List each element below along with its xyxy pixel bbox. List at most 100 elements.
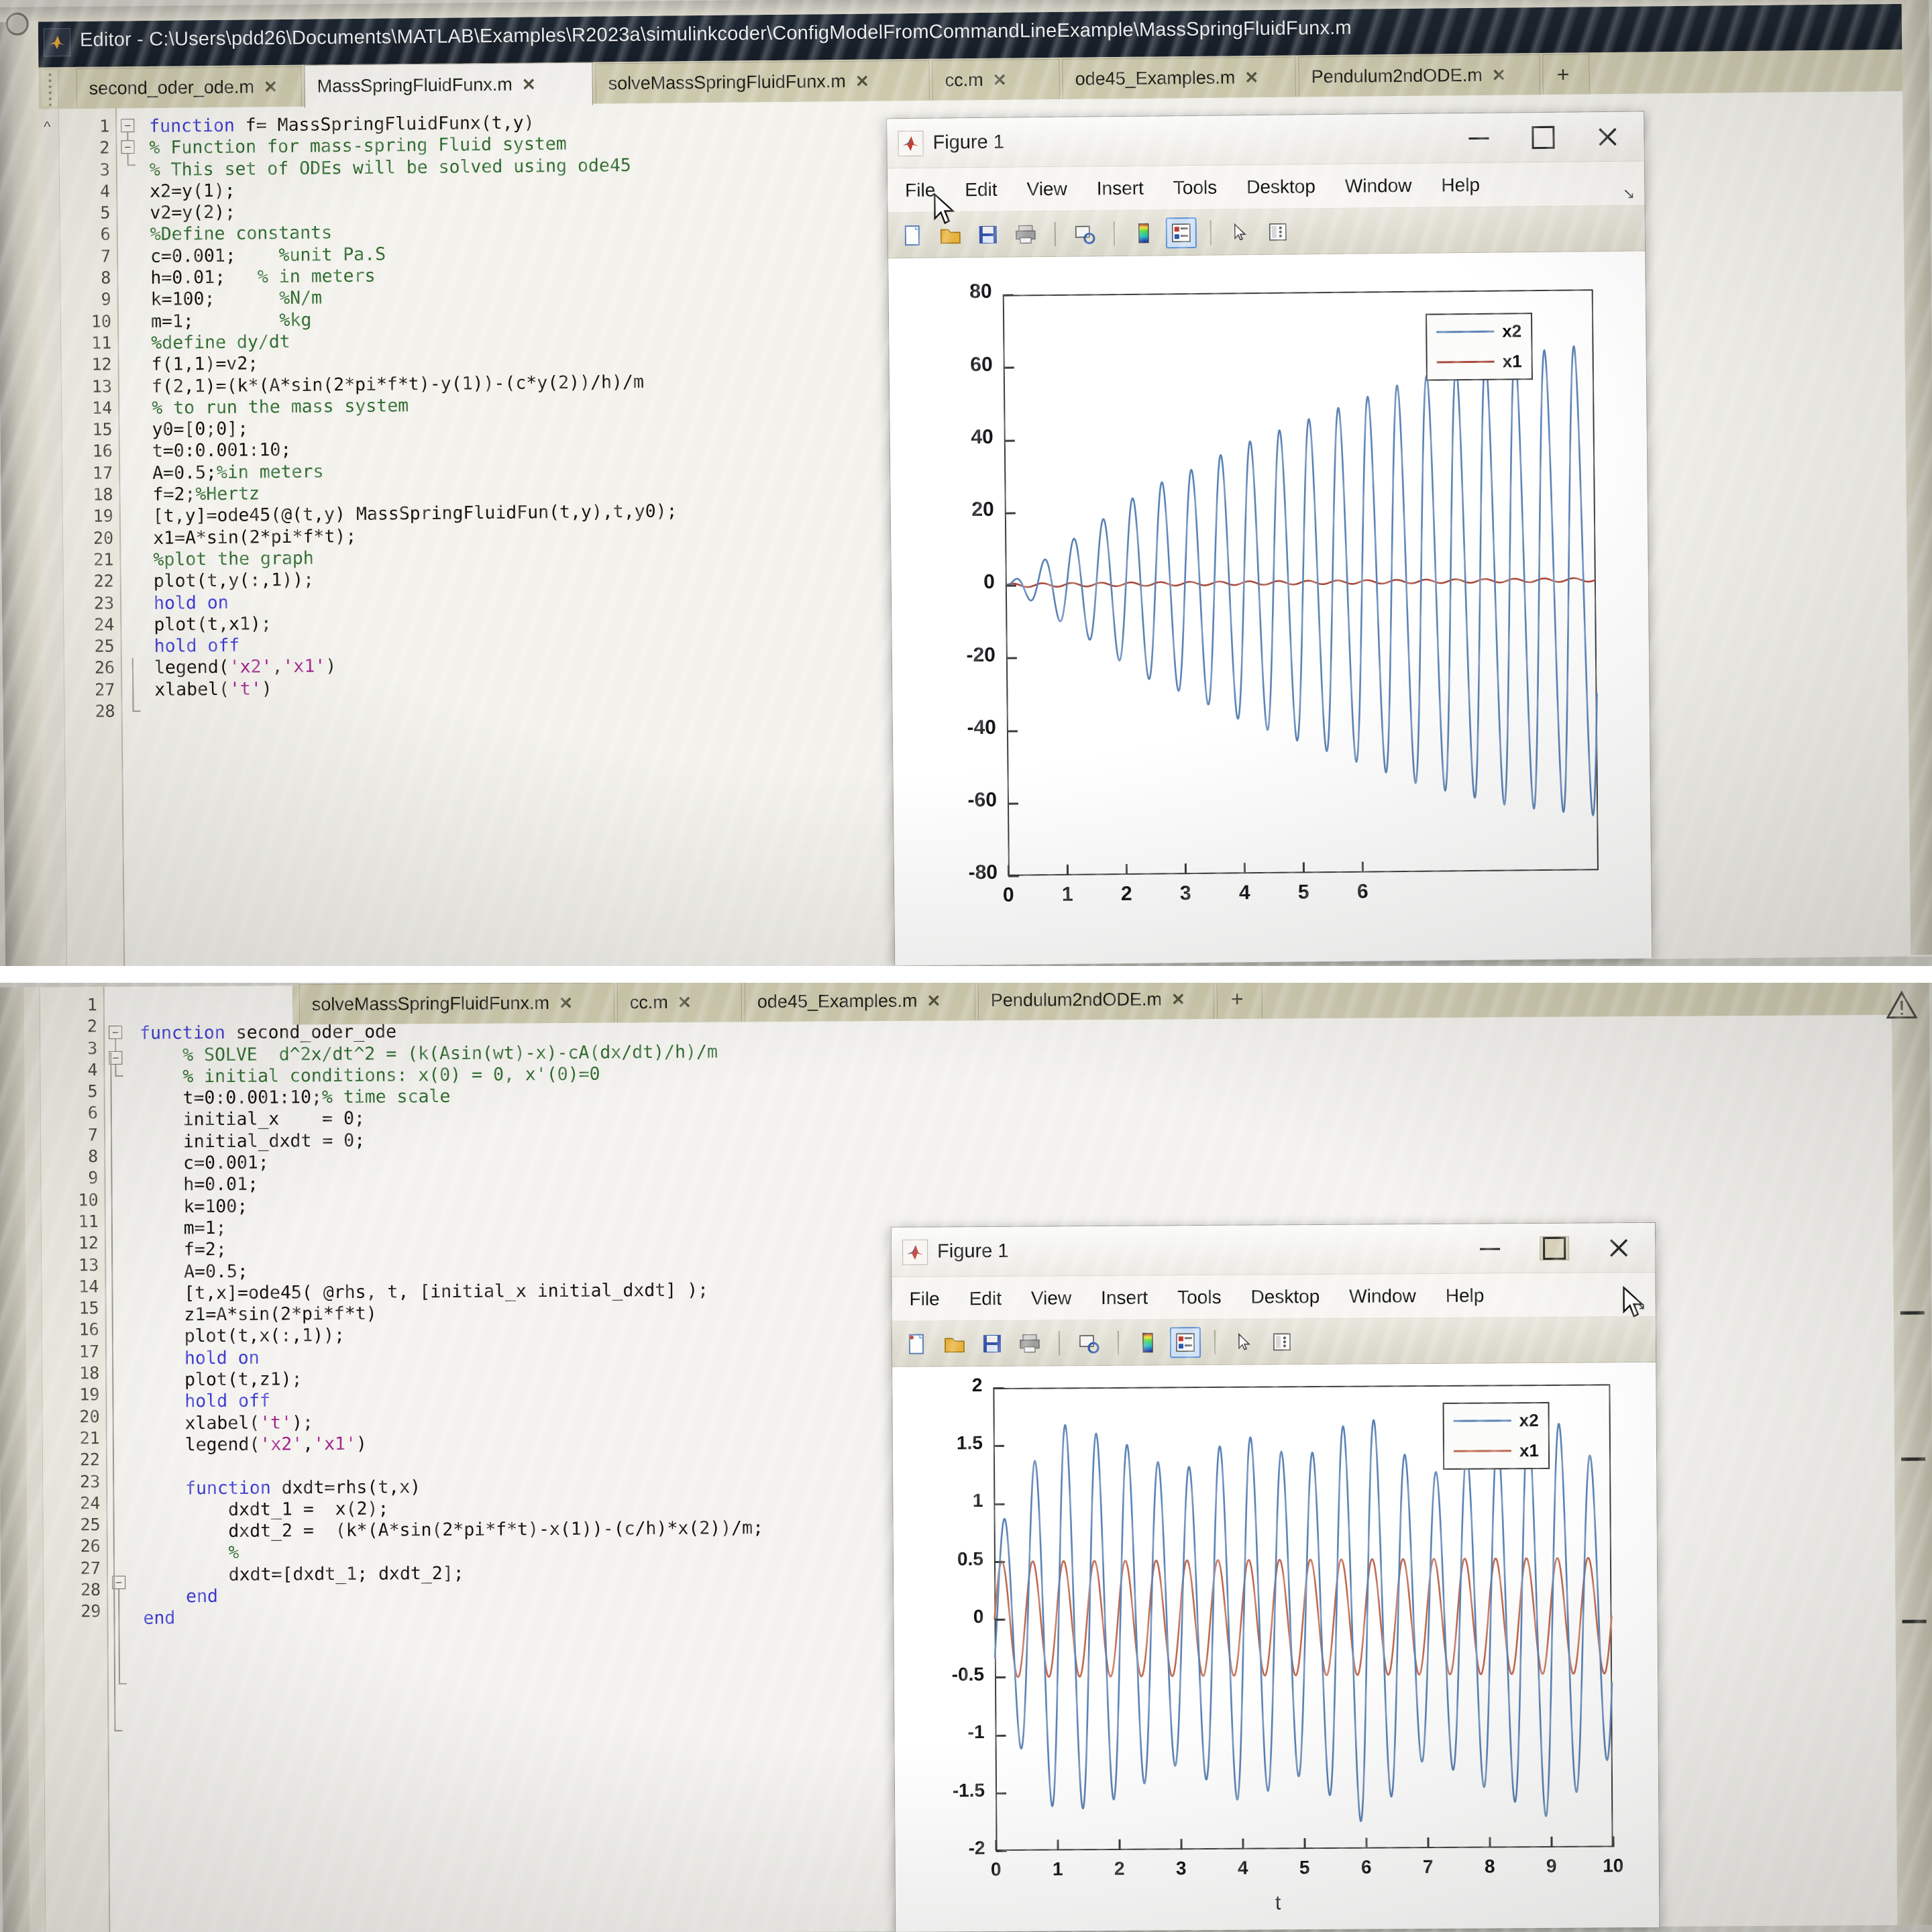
menu-help[interactable]: Help xyxy=(1441,174,1480,196)
save-icon[interactable] xyxy=(977,1328,1008,1358)
fold-toggle-icon[interactable]: – xyxy=(121,140,135,154)
menu-desktop[interactable]: Desktop xyxy=(1250,1286,1320,1308)
scroll-marker[interactable] xyxy=(1900,1311,1925,1315)
legend-label-x2: x2 xyxy=(1502,321,1522,341)
editor-tab-solvemassspringfluidfunx[interactable]: solveMassSpringFluidFunx.m ✕ xyxy=(299,983,615,1025)
plot-legend[interactable]: x2 x1 xyxy=(1442,1401,1550,1470)
figure-plot-area[interactable]: x2 x1 80 60 40 20 0 -20 -40 -60 -80 0 1 2 3 4 5 6 xyxy=(888,251,1652,966)
legend-icon[interactable] xyxy=(1165,217,1197,248)
menu-file[interactable]: File xyxy=(905,179,935,201)
menu-edit[interactable]: Edit xyxy=(965,178,998,200)
x-tick-mark xyxy=(1007,865,1010,876)
fold-toggle-icon[interactable]: – xyxy=(121,119,135,133)
print-icon[interactable] xyxy=(1010,219,1041,250)
editor-tab-cc[interactable]: cc.m ✕ xyxy=(616,983,743,1023)
editor-source-code[interactable]: function f= MassSpringFluidFunx(t,y)% Fu… xyxy=(149,111,679,722)
warning-icon[interactable] xyxy=(1886,990,1918,1024)
link-plot-icon[interactable] xyxy=(1073,1327,1104,1358)
figure-window-top[interactable]: Figure 1 File Edit View Insert Tools Des… xyxy=(886,111,1653,966)
x-tick-label: 4 xyxy=(1237,1857,1248,1878)
new-figure-icon[interactable] xyxy=(898,219,928,250)
tab-close-icon[interactable]: ✕ xyxy=(678,992,692,1012)
menu-tools[interactable]: Tools xyxy=(1173,176,1218,199)
print-icon[interactable] xyxy=(1014,1328,1045,1358)
code-line[interactable]: % SOLVE d^2x/dt^2 = (k(Asin(wt)-x)-cA(dx… xyxy=(140,1041,761,1067)
editor-tab-ode45-examples[interactable]: ode45_Examples.m ✕ xyxy=(744,983,976,1022)
new-figure-icon[interactable] xyxy=(902,1328,932,1359)
menu-window[interactable]: Window xyxy=(1345,174,1412,197)
code-line[interactable]: dxdt_2 = (k*(A*sin(2*pi*f*t)-x(1))-(c/h)… xyxy=(143,1517,764,1543)
editor-tab-solvemassspringfluidfunx[interactable]: solveMassSpringFluidFunx.m ✕ xyxy=(595,60,930,104)
y-tick-label: 0 xyxy=(983,571,995,594)
tab-close-icon[interactable]: ✕ xyxy=(1492,65,1506,85)
tab-close-icon[interactable]: ✕ xyxy=(1171,989,1185,1010)
tabstrip-grip[interactable] xyxy=(41,70,59,107)
link-plot-icon[interactable] xyxy=(1069,218,1100,249)
figure-titlebar[interactable]: Figure 1 xyxy=(891,1222,1656,1277)
code-line[interactable]: end xyxy=(143,1604,764,1629)
figure-menubar[interactable]: File Edit View Insert Tools Desktop Wind… xyxy=(887,161,1645,213)
close-button[interactable] xyxy=(1593,125,1622,148)
minimize-button[interactable] xyxy=(1475,1248,1505,1250)
figure-window-controls[interactable] xyxy=(1475,1223,1648,1274)
tab-close-icon[interactable]: ✕ xyxy=(522,74,536,95)
tab-close-icon[interactable]: ✕ xyxy=(559,993,573,1013)
editor-source-code[interactable]: function second_oder_ode % SOLVE d^2x/dt… xyxy=(140,998,764,1629)
editor-tab-ode45-examples[interactable]: ode45_Examples.m ✕ xyxy=(1062,56,1296,99)
plot-legend[interactable]: x2 x1 xyxy=(1426,313,1533,381)
figure-window-bottom[interactable]: Figure 1 File Edit View Insert Tools Des… xyxy=(890,1222,1660,1932)
editor-code-folding-column[interactable]: – – – xyxy=(106,987,139,1932)
menu-view[interactable]: View xyxy=(1031,1287,1071,1309)
scroll-marker[interactable] xyxy=(1901,1457,1926,1461)
open-file-icon[interactable] xyxy=(939,1328,970,1359)
maximize-button[interactable] xyxy=(1540,1236,1570,1261)
menu-edit[interactable]: Edit xyxy=(969,1287,1002,1309)
menu-file[interactable]: File xyxy=(909,1288,939,1309)
pointer-icon[interactable] xyxy=(1225,217,1256,248)
menu-window[interactable]: Window xyxy=(1349,1285,1416,1307)
tab-close-icon[interactable]: ✕ xyxy=(855,71,869,91)
figure-plot-area[interactable]: x2 x1 2 1.5 1 0.5 0 -0.5 -1 -1.5 -2 0 1 2 3 4 5 6 7 8 9 10… xyxy=(892,1362,1660,1932)
menubar-overflow-icon[interactable]: ↘ xyxy=(1623,185,1635,203)
editor-new-tab-button[interactable]: + xyxy=(1216,983,1263,1019)
minimize-button[interactable] xyxy=(1464,137,1493,139)
pointer-icon[interactable] xyxy=(1229,1326,1260,1357)
editor-tab-second-oder-ode[interactable]: second_oder_ode.m ✕ xyxy=(76,66,302,109)
monitor-power-button[interactable] xyxy=(5,12,29,36)
code-line[interactable]: [t,x]=ode45( @rhs, t, [initial_x initial… xyxy=(141,1279,762,1305)
figure-window-controls[interactable] xyxy=(1464,112,1638,163)
editor-tab-cc[interactable]: cc.m ✕ xyxy=(932,58,1060,101)
y-tick-mark xyxy=(1003,366,1014,369)
legend-icon[interactable] xyxy=(1169,1326,1201,1358)
tab-close-icon[interactable]: ✕ xyxy=(1244,68,1258,88)
menu-help[interactable]: Help xyxy=(1446,1285,1485,1306)
figure-toolbar[interactable] xyxy=(888,205,1646,259)
editor-new-tab-button[interactable]: + xyxy=(1542,54,1590,95)
menu-insert[interactable]: Insert xyxy=(1097,177,1144,199)
close-button[interactable] xyxy=(1604,1236,1633,1259)
line-number: 9 xyxy=(101,289,111,309)
tab-close-icon[interactable]: ✕ xyxy=(926,991,941,1011)
menu-insert[interactable]: Insert xyxy=(1101,1287,1148,1308)
menu-desktop[interactable]: Desktop xyxy=(1246,176,1316,198)
scroll-marker[interactable] xyxy=(1902,1619,1927,1623)
colorbar-icon[interactable] xyxy=(1132,1327,1163,1358)
editor-tab-massspringfluidfunx[interactable]: MassSpringFluidFunx.m ✕ xyxy=(304,62,593,108)
figure-titlebar[interactable]: Figure 1 xyxy=(887,111,1644,169)
editor-tab-pendulum2ndode[interactable]: Pendulum2ndODE.m ✕ xyxy=(1298,54,1540,97)
plot-browser-icon[interactable] xyxy=(1263,216,1293,247)
editor-tab-pendulum2ndode[interactable]: Pendulum2ndODE.m ✕ xyxy=(977,983,1215,1021)
figure-menubar[interactable]: File Edit View Insert Tools Desktop Wind… xyxy=(892,1272,1656,1322)
chevron-up-icon[interactable]: ^ xyxy=(44,118,51,136)
menu-view[interactable]: View xyxy=(1026,178,1067,200)
fold-toggle-icon[interactable]: – xyxy=(109,1025,123,1040)
menu-tools[interactable]: Tools xyxy=(1177,1286,1222,1307)
colorbar-icon[interactable] xyxy=(1128,217,1159,248)
figure-toolbar[interactable] xyxy=(892,1316,1656,1367)
maximize-button[interactable] xyxy=(1528,126,1558,149)
save-icon[interactable] xyxy=(973,219,1004,250)
tab-close-icon[interactable]: ✕ xyxy=(264,77,278,97)
x-tick-mark xyxy=(1180,1839,1183,1850)
tab-close-icon[interactable]: ✕ xyxy=(992,70,1006,90)
plot-browser-icon[interactable] xyxy=(1267,1326,1297,1357)
